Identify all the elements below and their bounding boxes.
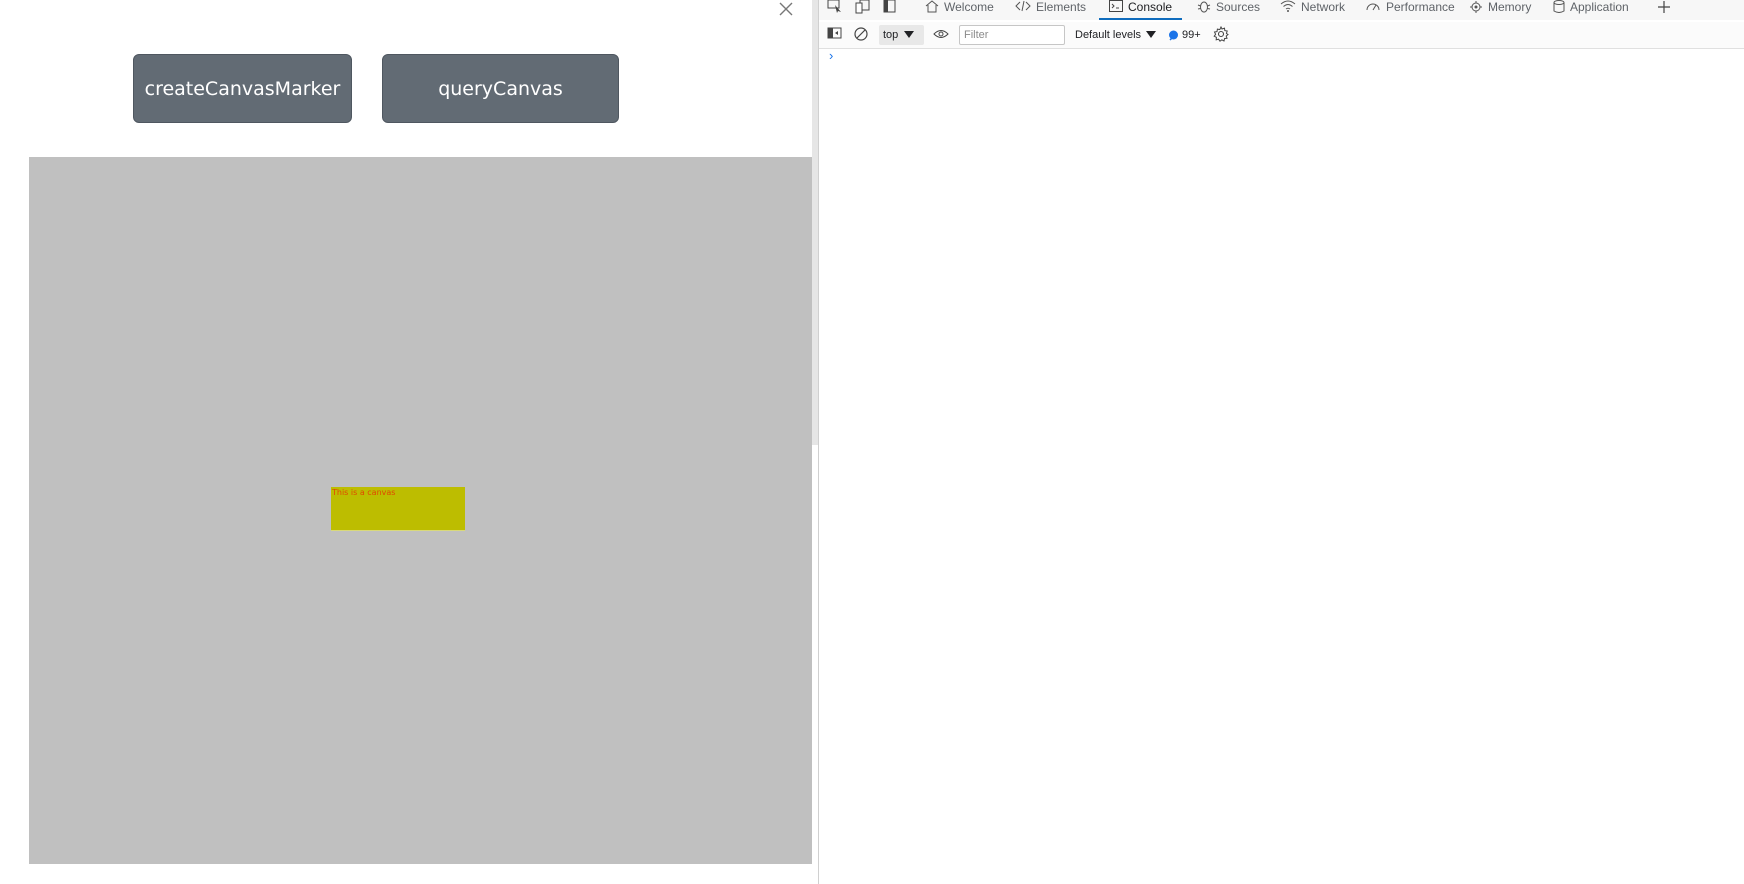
device-emulation-icon[interactable] (855, 0, 873, 16)
tab-label: Application (1570, 0, 1629, 14)
sidebar-toggle-icon[interactable] (827, 26, 845, 42)
tab-label: Performance (1386, 0, 1455, 14)
database-icon (1553, 0, 1565, 13)
console-settings-gear-icon[interactable] (1213, 25, 1231, 42)
home-icon (925, 0, 939, 13)
context-select[interactable]: top (879, 25, 924, 45)
gauge-icon (1366, 3, 1380, 11)
message-icon (1169, 30, 1178, 41)
caret-down-icon (904, 31, 915, 38)
issues-counter[interactable]: 99+ (1168, 25, 1201, 45)
console-toolbar: top Default levels 99+ (819, 22, 1744, 49)
code-icon (1015, 0, 1031, 12)
tab-network[interactable]: Network (1280, 0, 1345, 18)
tab-sources[interactable]: Sources (1197, 0, 1260, 18)
tab-label: Memory (1488, 0, 1532, 14)
web-page: createCanvasMarker queryCanvas This is a… (0, 0, 812, 884)
query-canvas-button[interactable]: queryCanvas (382, 54, 619, 123)
devtools-tabbar: Welcome Elements Console Sources Network… (819, 0, 1744, 20)
tab-label: Elements (1036, 0, 1087, 14)
tab-label: Network (1301, 0, 1346, 14)
add-tab-icon[interactable] (1657, 0, 1675, 16)
console-prompt[interactable]: › (829, 48, 833, 63)
canvas[interactable]: This is a canvas (29, 157, 812, 864)
devtools-panel: Welcome Elements Console Sources Network… (818, 0, 1744, 884)
close-icon[interactable] (775, 0, 797, 22)
console-icon (1109, 0, 1123, 12)
issues-count: 99+ (1182, 29, 1201, 41)
log-levels-dropdown[interactable]: Default levels (1075, 25, 1157, 45)
tab-elements[interactable]: Elements (1015, 0, 1086, 18)
bug-icon (1197, 1, 1211, 13)
dock-side-icon[interactable] (883, 0, 901, 16)
memory-icon (1470, 1, 1482, 13)
context-select-value: top (883, 29, 899, 41)
inspect-element-icon[interactable] (827, 0, 845, 16)
tab-welcome[interactable]: Welcome (925, 0, 994, 18)
canvas-marker-text: This is a canvas (332, 488, 396, 497)
tab-console[interactable]: Console (1099, 0, 1183, 20)
live-expression-icon[interactable] (933, 27, 951, 43)
canvas-marker: This is a canvas (331, 487, 465, 531)
clear-console-icon[interactable] (853, 26, 871, 42)
tab-label: Welcome (944, 0, 994, 14)
tab-application[interactable]: Application (1553, 0, 1629, 18)
tab-performance[interactable]: Performance (1365, 0, 1455, 18)
page-footer-space (0, 864, 812, 884)
log-levels-label: Default levels (1075, 29, 1142, 41)
tab-memory[interactable]: Memory (1469, 0, 1531, 18)
caret-down-icon (1146, 31, 1157, 38)
wifi-icon (1280, 0, 1296, 12)
create-canvas-marker-button[interactable]: createCanvasMarker (133, 54, 352, 123)
filter-input[interactable] (959, 25, 1065, 45)
tab-label: Console (1128, 0, 1173, 14)
tab-label: Sources (1216, 0, 1261, 14)
